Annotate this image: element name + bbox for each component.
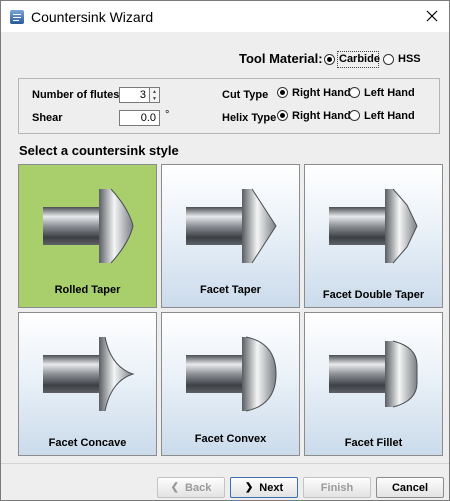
helix-right-hand-radio[interactable] (277, 110, 288, 121)
tool-material-label: Tool Material: (239, 51, 323, 66)
facet-double-taper-icon (329, 188, 418, 264)
style-card-facet-taper[interactable]: Facet Taper (161, 164, 300, 308)
rolled-taper-icon (43, 188, 134, 264)
cut-right-hand-radio[interactable] (277, 87, 288, 98)
spin-up-icon[interactable]: ▲ (150, 88, 159, 95)
finish-label: Finish (320, 481, 354, 494)
cancel-label: Cancel (391, 481, 429, 494)
close-icon (426, 10, 438, 22)
back-arrow-icon: ❮ (170, 482, 180, 493)
back-label: Back (185, 481, 212, 494)
carbide-radio[interactable] (324, 54, 335, 65)
next-button[interactable]: ❯ Next (230, 477, 298, 498)
style-card-facet-double-taper[interactable]: Facet Double Taper (304, 164, 443, 308)
style-card-facet-concave[interactable]: Facet Concave (18, 312, 157, 456)
cut-right-hand-label[interactable]: Right Hand (292, 87, 351, 99)
facet-fillet-label: Facet Fillet (344, 437, 403, 449)
shear-unit: ° (165, 109, 170, 121)
facet-double-taper-label: Facet Double Taper (322, 289, 425, 301)
cut-left-hand-radio[interactable] (349, 87, 360, 98)
facet-taper-label: Facet Taper (200, 284, 261, 296)
flutes-spinner[interactable]: ▲ ▼ (150, 87, 160, 103)
facet-concave-icon (43, 336, 135, 412)
helix-right-hand-label[interactable]: Right Hand (292, 110, 351, 122)
hss-label[interactable]: HSS (398, 53, 421, 65)
facet-fillet-icon (329, 340, 418, 408)
carbide-label[interactable]: Carbide (339, 53, 380, 65)
flutes-input[interactable]: 3 (119, 87, 150, 103)
cut-type-label: Cut Type (222, 89, 269, 101)
facet-concave-label: Facet Concave (48, 437, 127, 449)
helix-type-label: Helix Type (222, 112, 277, 124)
style-section-heading: Select a countersink style (19, 143, 179, 158)
shear-label: Shear (32, 112, 63, 124)
hss-radio[interactable] (383, 54, 394, 65)
close-button[interactable] (419, 4, 445, 28)
helix-left-hand-label[interactable]: Left Hand (364, 110, 415, 122)
back-button[interactable]: ❮ Back (157, 477, 225, 498)
next-label: Next (259, 481, 284, 494)
style-card-facet-fillet[interactable]: Facet Fillet (304, 312, 443, 456)
facet-convex-label: Facet Convex (194, 433, 267, 445)
cancel-button[interactable]: Cancel (376, 477, 444, 498)
style-card-facet-convex[interactable]: Facet Convex (161, 312, 300, 456)
next-arrow-icon: ❯ (244, 482, 254, 493)
helix-left-hand-radio[interactable] (349, 110, 360, 121)
cut-left-hand-label[interactable]: Left Hand (364, 87, 415, 99)
countersink-wizard-window: Countersink Wizard Tool Material: Carbid… (0, 0, 450, 501)
window-title: Countersink Wizard (31, 9, 154, 25)
facet-convex-icon (186, 336, 277, 412)
app-icon (10, 10, 24, 24)
spin-down-icon[interactable]: ▼ (150, 95, 159, 102)
style-card-rolled-taper[interactable]: Rolled Taper (18, 164, 157, 308)
flutes-label: Number of flutes (32, 89, 120, 101)
title-bar: Countersink Wizard (1, 1, 449, 32)
finish-button[interactable]: Finish (303, 477, 371, 498)
facet-taper-icon (186, 188, 277, 264)
shear-input[interactable]: 0.0 (119, 110, 160, 126)
rolled-taper-label: Rolled Taper (54, 284, 121, 296)
